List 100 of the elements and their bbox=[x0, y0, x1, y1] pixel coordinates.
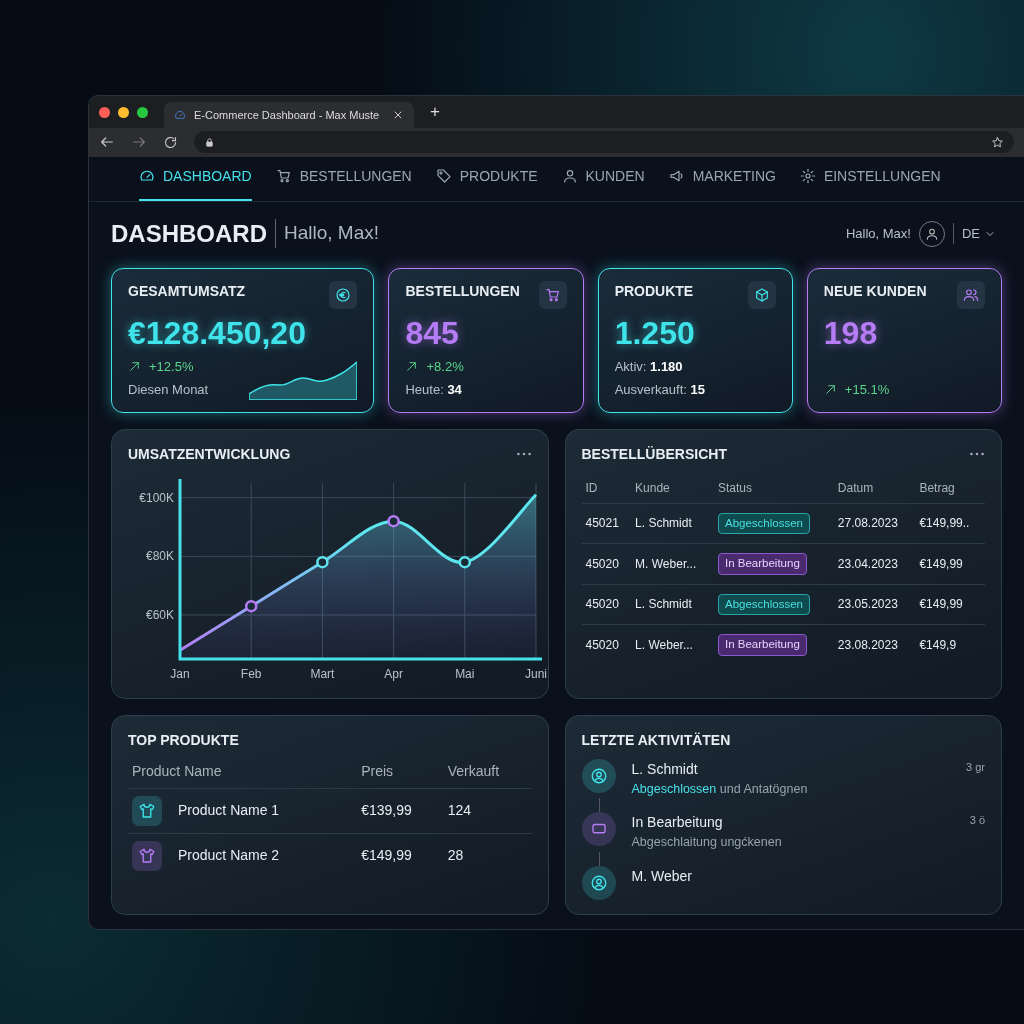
activity-detail: Abgeschlossen und Antatögnen bbox=[631, 780, 809, 798]
more-icon bbox=[515, 452, 532, 456]
bookmark-star-icon bbox=[991, 135, 1004, 149]
column-header: Status bbox=[713, 472, 834, 503]
person-icon bbox=[589, 874, 608, 892]
stat-value: 198 bbox=[823, 313, 879, 353]
card-title: TOP PRODUKTE bbox=[128, 730, 240, 750]
nav-tab[interactable]: DASHBOARD bbox=[139, 153, 252, 201]
column-header: Preis bbox=[357, 754, 444, 788]
table-cell: 23.08.2023 bbox=[833, 624, 916, 665]
status-tag: In Bearbeitung bbox=[717, 553, 807, 575]
card-title: PRODUKTE bbox=[614, 281, 694, 301]
nav-tab[interactable]: MARKETING bbox=[668, 153, 776, 201]
nav-tab[interactable]: BESTELLUNGEN bbox=[275, 153, 412, 201]
table-cell: 27.08.2023 bbox=[833, 503, 916, 544]
nav-tab[interactable]: KUNDEN bbox=[561, 153, 645, 201]
cart-icon bbox=[275, 168, 292, 184]
stat-value: 1.250 bbox=[614, 313, 696, 353]
table-cell: €149,99.. bbox=[915, 503, 985, 544]
reload-button[interactable] bbox=[163, 134, 178, 150]
column-header: Product Name bbox=[128, 754, 358, 788]
browser-tab[interactable]: E-Commerce Dashboard - Max Muste bbox=[164, 102, 414, 128]
activity-time: 3 ö bbox=[969, 813, 985, 829]
change-text: +12.5% bbox=[149, 357, 194, 376]
table-cell: €139,99 bbox=[357, 788, 444, 833]
close-window-button[interactable] bbox=[99, 106, 110, 118]
x-axis-label: Feb bbox=[240, 666, 262, 681]
euro-icon bbox=[335, 286, 352, 303]
product-name: Product Name 2 bbox=[178, 846, 280, 865]
y-axis-label: €60K bbox=[145, 607, 174, 622]
change-text: +8.2% bbox=[426, 357, 464, 376]
change-text: +15.1% bbox=[844, 381, 890, 399]
table-cell: 45021 bbox=[581, 503, 632, 544]
table-cell: L. Schmidt bbox=[631, 584, 714, 625]
card-title: UMSATZENTWICKLUNG bbox=[128, 444, 291, 464]
tag-icon bbox=[435, 168, 452, 184]
table-cell: 45020 bbox=[581, 624, 632, 665]
product-name: Product Name 1 bbox=[178, 801, 280, 820]
detail-text: Ausverkauft: 15 bbox=[614, 381, 705, 399]
greeting-text: Hallo, Max! bbox=[275, 219, 380, 248]
card-title: LETZTE AKTIVITÄTEN bbox=[581, 730, 732, 750]
table-cell: 23.04.2023 bbox=[833, 543, 916, 585]
card-title: BESTELLUNGEN bbox=[405, 281, 520, 301]
table-cell: M. Weber... bbox=[631, 543, 714, 585]
cart-icon bbox=[544, 286, 561, 303]
person-icon bbox=[924, 226, 939, 241]
x-axis-label: Juni bbox=[525, 666, 547, 681]
status-tag: Abgeschlossen bbox=[717, 512, 810, 534]
trend-up-icon bbox=[405, 359, 419, 373]
language-dropdown[interactable]: DE bbox=[952, 222, 1002, 245]
table-cell: L. Schmidt bbox=[631, 503, 714, 544]
nav-tab[interactable]: EINSTELLUNGEN bbox=[799, 153, 941, 201]
data-point bbox=[316, 555, 329, 568]
favicon-icon bbox=[174, 109, 186, 121]
trend-up-icon bbox=[823, 383, 837, 397]
minimize-window-button[interactable] bbox=[118, 106, 129, 118]
megaphone-icon bbox=[668, 168, 685, 184]
shirt-icon bbox=[138, 846, 156, 865]
close-icon bbox=[392, 109, 404, 121]
detail-text: Heute: 34 bbox=[405, 381, 463, 399]
new-tab-button[interactable]: + bbox=[430, 99, 440, 125]
activity-detail: Abgeschlaitung ungćkenen bbox=[631, 834, 783, 852]
y-axis-label: €100K bbox=[139, 490, 174, 505]
y-axis-label: €80K bbox=[145, 548, 174, 563]
person-icon bbox=[561, 168, 578, 184]
card-title: GESAMTUMSATZ bbox=[128, 281, 246, 301]
column-header: Kunde bbox=[631, 472, 714, 503]
card-title: NEUE KUNDEN bbox=[823, 281, 927, 301]
settings-icon bbox=[799, 168, 816, 184]
table-cell: 23.05.2023 bbox=[833, 584, 916, 625]
page-title: DASHBOARD bbox=[111, 218, 267, 249]
people-icon bbox=[963, 286, 979, 303]
table-cell: 124 bbox=[443, 788, 532, 833]
data-point bbox=[458, 555, 472, 568]
x-axis-label: Jan bbox=[170, 666, 190, 681]
table-cell: €149,99 bbox=[915, 543, 985, 585]
cube-icon bbox=[753, 286, 770, 303]
lock-icon bbox=[204, 136, 215, 148]
card-title: BESTELLÜBERSICHT bbox=[581, 444, 727, 464]
activity-time: 3 gr bbox=[966, 759, 985, 775]
x-axis-label: Apr bbox=[384, 666, 403, 681]
shirt-icon bbox=[138, 801, 156, 820]
reload-icon bbox=[163, 134, 178, 150]
x-axis-label: Mart bbox=[310, 666, 335, 681]
activity-title: M. Weber bbox=[631, 867, 693, 886]
activity-title: L. Schmidt bbox=[631, 759, 699, 779]
nav-tab[interactable]: PRODUKTE bbox=[435, 153, 538, 201]
table-cell: €149,99 bbox=[357, 833, 444, 878]
table-cell: 45020 bbox=[581, 543, 632, 585]
column-header: Betrag bbox=[915, 472, 985, 503]
table-cell: 28 bbox=[443, 833, 532, 878]
column-header: Datum bbox=[833, 472, 916, 503]
stat-value: 845 bbox=[405, 313, 460, 353]
trend-up-icon bbox=[128, 359, 141, 373]
stat-value: €128.450,20 bbox=[128, 313, 307, 353]
status-tag: Abgeschlossen bbox=[717, 593, 810, 616]
user-greeting: Hallo, Max! bbox=[845, 224, 911, 243]
activity-title: In Bearbeitung bbox=[631, 813, 724, 833]
maximize-window-button[interactable] bbox=[137, 106, 148, 118]
status-tag: In Bearbeitung bbox=[717, 634, 807, 656]
